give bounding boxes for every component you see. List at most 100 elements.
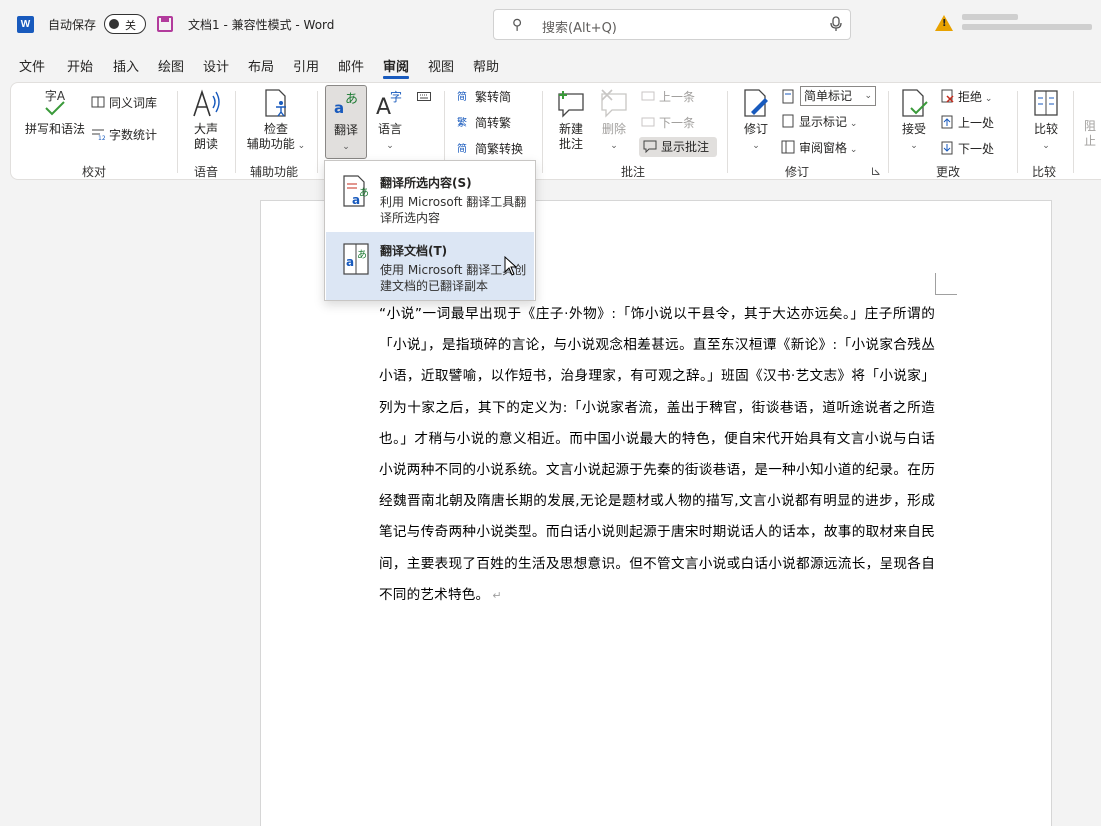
show-markup-icon xyxy=(782,114,794,128)
translate-document-icon: a あ xyxy=(343,243,369,275)
account-email-blurred xyxy=(962,24,1092,30)
svg-text:简: 简 xyxy=(457,142,467,155)
separator xyxy=(727,91,728,173)
reject-icon xyxy=(941,89,954,103)
spelling-grammar-button[interactable]: 字A 拼写和语法 xyxy=(23,88,87,137)
translate-dropdown-menu: a あ 翻译所选内容(S) 利用 Microsoft 翻译工具翻译所选内容 a … xyxy=(324,160,536,301)
check-accessibility-button[interactable]: 检查 辅助功能 ⌄ xyxy=(243,88,309,154)
word-count-button[interactable]: 123字数统计 xyxy=(91,125,157,145)
tab-home[interactable]: 开始 xyxy=(67,56,93,75)
previous-comment-button[interactable]: 上一条 xyxy=(641,87,695,107)
separator xyxy=(235,91,236,173)
next-comment-icon xyxy=(641,117,655,127)
search-box[interactable]: ⚲ 搜索(Alt+Q) xyxy=(493,9,851,40)
svg-text:A: A xyxy=(376,95,391,118)
tab-mailings[interactable]: 邮件 xyxy=(338,56,364,75)
thesaurus-button[interactable]: 同义词库 xyxy=(91,93,157,113)
svg-text:あ: あ xyxy=(357,249,367,261)
svg-text:あ: あ xyxy=(345,92,358,107)
next-change-button[interactable]: 下一处 xyxy=(940,139,994,159)
page-margin-corner-marker xyxy=(935,273,957,295)
read-aloud-button[interactable]: 大声 朗读 xyxy=(185,88,227,152)
book-icon xyxy=(91,96,105,108)
tab-help[interactable]: 帮助 xyxy=(473,56,499,75)
word-count-icon: 123 xyxy=(92,129,105,141)
toggle-knob xyxy=(109,19,119,29)
accept-icon xyxy=(902,89,928,117)
tab-view[interactable]: 视图 xyxy=(428,56,454,75)
reject-button[interactable]: 拒绝 ⌄ xyxy=(940,87,992,107)
document-body[interactable]: “小说”一词最早出现于《庄子·外物》:「饰小说以干县令，其于大达亦远矣。」庄子所… xyxy=(379,299,935,611)
ribbon-tabs: 文件 开始 插入 绘图 设计 布局 引用 邮件 审阅 视图 帮助 xyxy=(0,52,1101,79)
search-icon: ⚲ xyxy=(512,17,523,33)
markup-display-icon xyxy=(782,89,794,104)
save-icon[interactable] xyxy=(157,16,173,32)
spelling-check-icon: 字A xyxy=(45,88,66,116)
paragraph-text: “小说”一词最早出现于《庄子·外物》:「饰小说以干县令，其于大达亦远矣。」庄子所… xyxy=(379,306,935,603)
translate-button[interactable]: a あ 翻译 ⌄ xyxy=(325,85,367,159)
translate-selection-icon: a あ xyxy=(343,175,369,207)
translate-selection-title: 翻译所选内容(S) xyxy=(380,176,472,190)
compare-button[interactable]: 比较 ⌄ xyxy=(1025,88,1067,154)
autosave-toggle[interactable]: 关 xyxy=(104,14,146,34)
delete-comment-icon xyxy=(601,89,627,118)
next-change-icon xyxy=(941,141,953,155)
svg-text:简: 简 xyxy=(457,90,467,103)
group-label-speech: 语音 xyxy=(194,165,219,179)
tab-references[interactable]: 引用 xyxy=(293,56,319,75)
accept-button[interactable]: 接受 ⌄ xyxy=(896,88,932,154)
block-authors-button[interactable]: 阻止 xyxy=(1079,119,1101,149)
language-icon: A 字 xyxy=(376,89,402,118)
svg-text:字A: 字A xyxy=(45,88,66,103)
autosave-label: 自动保存 xyxy=(48,18,97,32)
tab-draw[interactable]: 绘图 xyxy=(158,56,184,75)
tab-layout[interactable]: 布局 xyxy=(248,56,274,75)
group-label-proofing: 校对 xyxy=(82,165,107,179)
svg-text:繁: 繁 xyxy=(457,116,467,129)
tab-review[interactable]: 审阅 xyxy=(383,56,410,79)
simplified-to-traditional-button[interactable]: 繁简转繁 xyxy=(457,113,511,133)
previous-change-button[interactable]: 上一处 xyxy=(940,113,994,133)
translate-selection-menu-item[interactable]: a あ 翻译所选内容(S) 利用 Microsoft 翻译工具翻译所选内容 xyxy=(326,164,534,232)
markup-options-select[interactable]: 简单标记 ⌄ xyxy=(800,86,876,106)
translate-document-menu-item[interactable]: a あ 翻译文档(T) 使用 Microsoft 翻译工具创建文档的已翻译副本 xyxy=(326,232,534,300)
track-changes-button[interactable]: 修订 ⌄ xyxy=(735,88,777,154)
group-label-changes: 更改 xyxy=(936,165,961,179)
reviewing-pane-button[interactable]: 审阅窗格 ⌄ xyxy=(781,138,857,158)
delete-comment-button[interactable]: 删除 ⌄ xyxy=(596,88,632,154)
translate-icon: a あ xyxy=(334,92,358,117)
show-comments-button[interactable]: 显示批注 xyxy=(639,137,718,157)
new-comment-icon xyxy=(558,91,584,118)
previous-comment-icon xyxy=(641,91,655,101)
language-button[interactable]: A 字 语言 ⌄ xyxy=(373,88,407,154)
tab-file[interactable]: 文件 xyxy=(19,56,45,75)
next-comment-button[interactable]: 下一条 xyxy=(641,113,695,133)
t2s-icon: 简 xyxy=(457,90,467,103)
tab-insert[interactable]: 插入 xyxy=(113,56,139,75)
separator xyxy=(317,91,318,173)
warning-icon[interactable] xyxy=(935,15,953,31)
title-bar: W 自动保存 关 文档1 - 兼容性模式 - Word ⚲ 搜索(Alt+Q) xyxy=(0,0,1101,48)
search-placeholder: 搜索(Alt+Q) xyxy=(542,21,617,36)
paragraph-mark: ↵ xyxy=(492,588,502,602)
separator xyxy=(1073,91,1074,173)
document-title: 文档1 - 兼容性模式 - Word xyxy=(188,18,335,32)
traditional-to-simplified-button[interactable]: 简繁转简 xyxy=(457,87,511,107)
microphone-icon[interactable] xyxy=(830,16,842,32)
keyboard-icon[interactable] xyxy=(417,92,431,101)
reviewing-pane-icon xyxy=(781,140,795,154)
new-comment-button[interactable]: 新建 批注 xyxy=(550,88,592,152)
group-label-compare: 比较 xyxy=(1032,165,1057,179)
chinese-conversion-button[interactable]: 简简繁转换 xyxy=(457,139,523,159)
dialog-launcher-icon[interactable] xyxy=(872,167,880,175)
autosave-state: 关 xyxy=(125,19,136,32)
conversion-icon: 简 xyxy=(457,142,467,155)
word-logo-icon: W xyxy=(17,16,34,33)
separator xyxy=(1017,91,1018,173)
show-markup-button[interactable]: 显示标记 ⌄ xyxy=(781,112,857,132)
translate-document-title: 翻译文档(T) xyxy=(380,244,448,258)
group-label-tracking: 修订 xyxy=(785,165,810,179)
group-label-accessibility: 辅助功能 xyxy=(250,165,299,179)
track-changes-icon xyxy=(744,89,768,117)
tab-design[interactable]: 设计 xyxy=(203,56,229,75)
